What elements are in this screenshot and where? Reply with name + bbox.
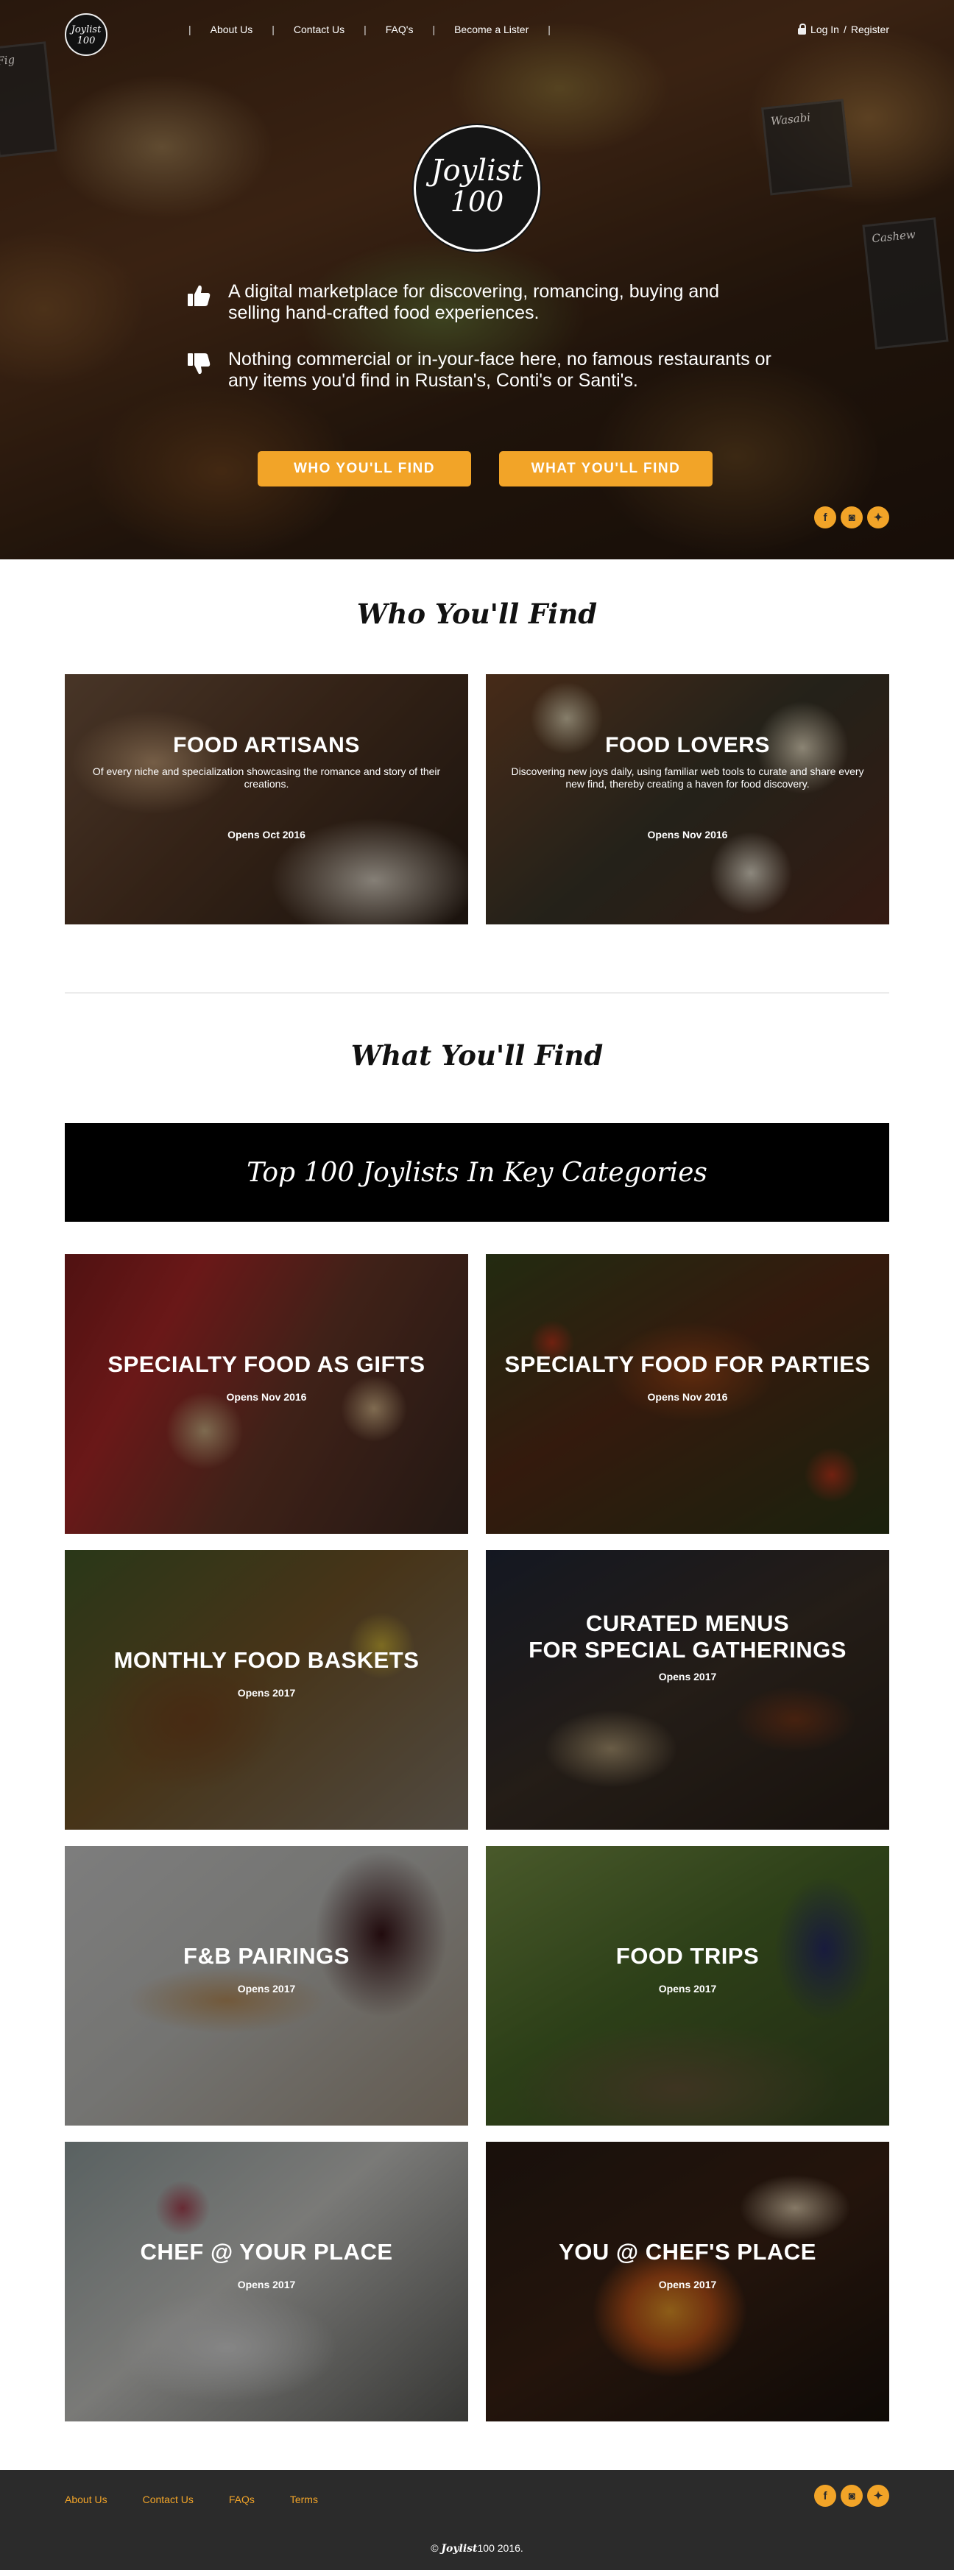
- lock-icon: [798, 23, 807, 35]
- chalkboard-text: Fig: [0, 52, 16, 68]
- card-curated-menus[interactable]: CURATED MENUS FOR SPECIAL GATHERINGS Ope…: [486, 1550, 889, 1830]
- card-opens-date: Opens 2017: [658, 1671, 717, 1682]
- facebook-icon[interactable]: f: [814, 506, 836, 528]
- logo-wordmark: Joylist: [71, 24, 102, 35]
- nav-separator: |: [432, 24, 436, 35]
- card-food-artisans[interactable]: FOOD ARTISANS Of every niche and special…: [65, 674, 468, 924]
- banner-text: Top 100 Joylists In Key Categories: [247, 1157, 707, 1188]
- what-grid: SPECIALTY FOOD AS GIFTS Opens Nov 2016 S…: [65, 1254, 889, 2421]
- card-opens-date: Opens Nov 2016: [647, 1391, 728, 1403]
- card-title: SPECIALTY FOOD AS GIFTS: [107, 1351, 425, 1377]
- twitter-icon[interactable]: ✦: [867, 2485, 889, 2507]
- thumbs-down-icon: [188, 353, 211, 375]
- register-link[interactable]: Register: [851, 24, 889, 35]
- logo-wordmark: Joylist: [431, 154, 523, 188]
- who-youll-find-button[interactable]: WHO YOU'LL FIND: [258, 451, 471, 486]
- card-opens-date: Opens 2017: [237, 1983, 296, 1995]
- chalkboard-sign: Fig: [0, 41, 57, 158]
- card-food-lovers[interactable]: FOOD LOVERS Discovering new joys daily, …: [486, 674, 889, 924]
- card-you-at-chefs-place[interactable]: YOU @ CHEF'S PLACE Opens 2017: [486, 2142, 889, 2421]
- auth-links: Log In / Register: [798, 23, 889, 35]
- who-grid: FOOD ARTISANS Of every niche and special…: [65, 674, 889, 924]
- card-title: MONTHLY FOOD BASKETS: [113, 1647, 420, 1673]
- nav-links: | About Us | Contact Us | FAQ's | Become…: [169, 24, 570, 35]
- footer-link-contact[interactable]: Contact Us: [143, 2494, 194, 2505]
- tagline-text: Nothing commercial or in-your-face here,…: [228, 349, 771, 391]
- card-opens-date: Opens 2017: [237, 1687, 296, 1699]
- card-opens-date: Opens 2017: [237, 2279, 296, 2290]
- card-title-line: CURATED MENUS: [585, 1610, 790, 1636]
- nav-logo[interactable]: Joylist 100: [65, 13, 107, 56]
- footer-link-terms[interactable]: Terms: [290, 2494, 318, 2505]
- card-monthly-food-baskets[interactable]: MONTHLY FOOD BASKETS Opens 2017: [65, 1550, 468, 1830]
- card-description: Discovering new joys daily, using famili…: [511, 765, 864, 790]
- what-title: What You'll Find: [350, 1039, 604, 1072]
- nav-separator: |: [364, 24, 367, 35]
- hero-social-links: f ◙ ✦: [814, 506, 889, 528]
- twitter-icon[interactable]: ✦: [867, 506, 889, 528]
- section-divider: [65, 992, 889, 994]
- hero-section: Wasabi Cashew Fig Joylist 100 | About Us…: [0, 0, 954, 559]
- card-title: FOOD ARTISANS: [173, 733, 360, 757]
- copyright-symbol: ©: [431, 2542, 439, 2554]
- instagram-icon[interactable]: ◙: [841, 2485, 863, 2507]
- copyright-brand-number: 100: [477, 2542, 495, 2554]
- instagram-icon[interactable]: ◙: [841, 506, 863, 528]
- card-title-line: FOR SPECIAL GATHERINGS: [529, 1637, 847, 1663]
- tagline-negative: Nothing commercial or in-your-face here,…: [186, 349, 774, 392]
- card-specialty-food-parties[interactable]: SPECIALTY FOOD FOR PARTIES Opens Nov 201…: [486, 1254, 889, 1534]
- card-opens-date: Opens 2017: [658, 2279, 717, 2290]
- card-title: YOU @ CHEF'S PLACE: [559, 2239, 816, 2265]
- card-description: Of every niche and specialization showca…: [92, 765, 441, 790]
- copyright: © Joylist100 2016.: [0, 2542, 954, 2555]
- chalkboard-sign: Wasabi: [761, 99, 852, 196]
- copyright-brand: Joylist: [441, 2543, 478, 2555]
- facebook-icon[interactable]: f: [814, 2485, 836, 2507]
- login-link[interactable]: Log In: [810, 24, 839, 35]
- footer-link-faqs[interactable]: FAQs: [229, 2494, 255, 2505]
- card-opens-date: Opens Nov 2016: [647, 829, 728, 841]
- footer-links: About Us Contact Us FAQs Terms: [65, 2494, 318, 2505]
- card-title: F&B PAIRINGS: [183, 1943, 350, 1969]
- thumbs-up-icon: [188, 285, 211, 306]
- chalkboard-text: Wasabi: [770, 110, 811, 128]
- card-food-trips[interactable]: FOOD TRIPS Opens 2017: [486, 1846, 889, 2126]
- auth-separator: /: [843, 24, 847, 35]
- card-title: FOOD LOVERS: [605, 733, 770, 757]
- top-nav: Joylist 100 | About Us | Contact Us | FA…: [0, 13, 954, 56]
- logo-number: 100: [450, 185, 504, 218]
- who-section: Who You'll Find FOOD ARTISANS Of every n…: [0, 598, 954, 924]
- nav-link-become-lister[interactable]: Become a Lister: [454, 24, 529, 35]
- what-youll-find-button[interactable]: WHAT YOU'LL FIND: [499, 451, 713, 486]
- card-specialty-food-gifts[interactable]: SPECIALTY FOOD AS GIFTS Opens Nov 2016: [65, 1254, 468, 1534]
- nav-separator: |: [272, 24, 275, 35]
- card-title: CURATED MENUS FOR SPECIAL GATHERINGS: [486, 1610, 889, 1663]
- who-title: Who You'll Find: [356, 598, 598, 630]
- card-opens-date: Opens Nov 2016: [226, 1391, 307, 1403]
- card-opens-date: Opens Oct 2016: [227, 829, 305, 841]
- nav-separator: |: [188, 24, 191, 35]
- nav-link-faqs[interactable]: FAQ's: [386, 24, 414, 35]
- hero-logo: Joylist 100: [414, 125, 540, 252]
- footer-social-links: f ◙ ✦: [814, 2485, 889, 2507]
- nav-link-about[interactable]: About Us: [211, 24, 253, 35]
- card-fb-pairings[interactable]: F&B PAIRINGS Opens 2017: [65, 1846, 468, 2126]
- tagline-text: A digital marketplace for discovering, r…: [228, 281, 720, 323]
- copyright-year: 2016.: [497, 2542, 523, 2554]
- chalkboard-sign: Cashew: [862, 217, 949, 350]
- card-opens-date: Opens 2017: [658, 1983, 717, 1995]
- card-title: FOOD TRIPS: [615, 1943, 760, 1969]
- card-title: SPECIALTY FOOD FOR PARTIES: [504, 1351, 871, 1377]
- nav-separator: |: [548, 24, 551, 35]
- tagline-positive: A digital marketplace for discovering, r…: [186, 281, 774, 324]
- card-title: CHEF @ YOUR PLACE: [140, 2239, 393, 2265]
- footer: About Us Contact Us FAQs Terms f ◙ ✦ © J…: [0, 2470, 954, 2570]
- nav-link-contact[interactable]: Contact Us: [294, 24, 344, 35]
- chalkboard-text: Cashew: [871, 227, 916, 246]
- card-chef-at-your-place[interactable]: CHEF @ YOUR PLACE Opens 2017: [65, 2142, 468, 2421]
- logo-number: 100: [77, 35, 96, 46]
- footer-link-about[interactable]: About Us: [65, 2494, 107, 2505]
- what-section: What You'll Find Top 100 Joylists In Key…: [0, 1039, 954, 2421]
- categories-banner: Top 100 Joylists In Key Categories: [65, 1123, 889, 1222]
